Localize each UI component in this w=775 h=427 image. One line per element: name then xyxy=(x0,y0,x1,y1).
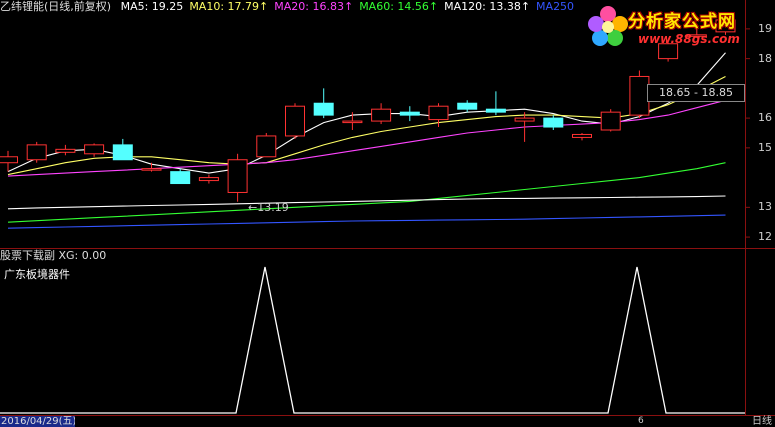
ma-legend-item: MA10: 17.79↑ xyxy=(189,0,269,13)
site-url: www.88gs.com xyxy=(638,32,740,46)
candle-body xyxy=(170,171,191,185)
moving-average-lines xyxy=(7,52,726,229)
price-tick-label: 18 xyxy=(758,51,772,65)
low-price-marker: ←13.19 xyxy=(248,201,289,214)
ma-line-ma60 xyxy=(7,162,726,223)
candle-body xyxy=(428,105,449,121)
price-tick-label: 12 xyxy=(758,230,772,244)
candle xyxy=(543,115,564,130)
ma-legend-item: MA5: 19.25 xyxy=(120,0,184,13)
price-range-label: 18.65 - 18.85 xyxy=(647,84,745,102)
candle xyxy=(399,106,420,122)
candle xyxy=(198,174,219,184)
candle-body xyxy=(485,108,506,113)
candle-body xyxy=(26,144,47,161)
candle-body xyxy=(399,111,420,116)
candle-body xyxy=(112,144,133,161)
ma-legend-item: MA20: 16.83↑ xyxy=(274,0,354,13)
candle xyxy=(313,88,334,119)
price-tick-label: 19 xyxy=(758,21,772,35)
date-readout: 2016/04/29(五) xyxy=(0,416,75,427)
candle-body xyxy=(0,156,18,164)
price-tick-label: 13 xyxy=(758,200,772,214)
candle-body xyxy=(256,135,277,158)
xg-signal-line xyxy=(0,266,745,414)
candle-body xyxy=(543,117,564,128)
candle-body xyxy=(313,102,334,116)
candle-body xyxy=(55,148,76,153)
candle xyxy=(600,109,621,132)
stock-name: 乙纬锂能(日线,前复权) xyxy=(0,0,112,13)
stock-chart-window: { "header": { "stock_name": "乙纬锂能(日线,前复权… xyxy=(0,0,775,427)
chart-frame xyxy=(0,0,775,416)
candle xyxy=(285,103,305,139)
price-tick-label: 15 xyxy=(758,140,772,154)
candle xyxy=(485,91,506,116)
indicator-title: 股票下载副 XG: 0.00 xyxy=(0,249,107,262)
indicator-pane xyxy=(0,266,745,414)
candle-body xyxy=(84,144,105,155)
candle-body xyxy=(371,108,392,122)
candle xyxy=(457,100,478,113)
candle-body xyxy=(457,102,478,110)
sector-label: 广东板境器件 xyxy=(4,268,70,281)
ma-legend-item: MA60: 14.56↑ xyxy=(359,0,439,13)
candle-body xyxy=(141,168,162,171)
candle xyxy=(55,144,76,156)
time-axis-marker: 6 xyxy=(638,416,644,426)
ma-legend-item: MA120: 13.38↑ xyxy=(444,0,531,13)
candle-body xyxy=(227,159,248,193)
candle-body xyxy=(600,111,621,131)
ma-legend: 乙纬锂能(日线,前复权) MA5: 19.25 MA10: 17.79↑ MA20:… xyxy=(0,0,580,14)
candle-body xyxy=(514,117,535,122)
candle-body xyxy=(342,120,363,124)
candle-body xyxy=(572,133,592,138)
chart-canvas[interactable] xyxy=(0,0,775,427)
flower-logo-icon xyxy=(588,6,628,46)
candle-body xyxy=(198,177,219,182)
site-logo: 分析家公式网 www.88gs.com xyxy=(584,2,774,54)
candle xyxy=(84,143,105,157)
candle-body xyxy=(285,105,305,137)
candle xyxy=(227,153,248,202)
candle xyxy=(141,162,162,172)
candle xyxy=(112,138,133,161)
ma-line-ma120 xyxy=(7,195,726,210)
ma-legend-item: MA250 xyxy=(536,0,575,13)
candle xyxy=(26,141,47,163)
site-name: 分析家公式网 xyxy=(628,12,736,32)
candle xyxy=(371,103,392,125)
candle xyxy=(572,132,592,141)
candle xyxy=(170,168,191,185)
period-label[interactable]: 日线 xyxy=(752,416,772,427)
price-tick-label: 16 xyxy=(758,111,772,125)
candle xyxy=(256,132,277,158)
